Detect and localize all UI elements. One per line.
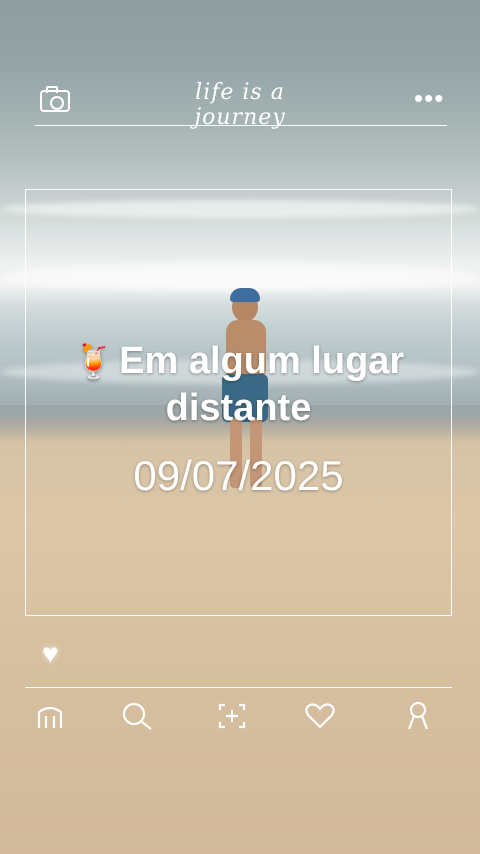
photo-background: life is a journey ••• 🍹 Em algum lugar di… bbox=[0, 0, 480, 854]
home-icon[interactable] bbox=[30, 698, 70, 734]
caption-line1: Em algum lugar bbox=[119, 340, 405, 382]
date-text: 09/07/2025 bbox=[133, 452, 344, 499]
profile-icon[interactable] bbox=[398, 698, 438, 734]
top-divider bbox=[35, 125, 447, 126]
bottom-nav bbox=[0, 698, 480, 734]
cocktail-emoji: 🍹 bbox=[72, 343, 116, 381]
heart-filled-icon[interactable]: ♥ bbox=[42, 640, 59, 668]
more-dots-icon[interactable]: ••• bbox=[414, 85, 444, 111]
bottom-divider bbox=[25, 687, 452, 688]
heart-outline-icon[interactable] bbox=[300, 698, 340, 734]
camera-icon[interactable] bbox=[40, 86, 70, 112]
add-icon[interactable] bbox=[212, 698, 252, 734]
search-icon[interactable] bbox=[118, 698, 158, 734]
top-bar: life is a journey ••• bbox=[0, 80, 480, 130]
caption: 🍹 Em algum lugar distante bbox=[25, 338, 452, 431]
script-title: life is a journey bbox=[194, 80, 286, 130]
caption-line2: distante bbox=[165, 387, 312, 429]
